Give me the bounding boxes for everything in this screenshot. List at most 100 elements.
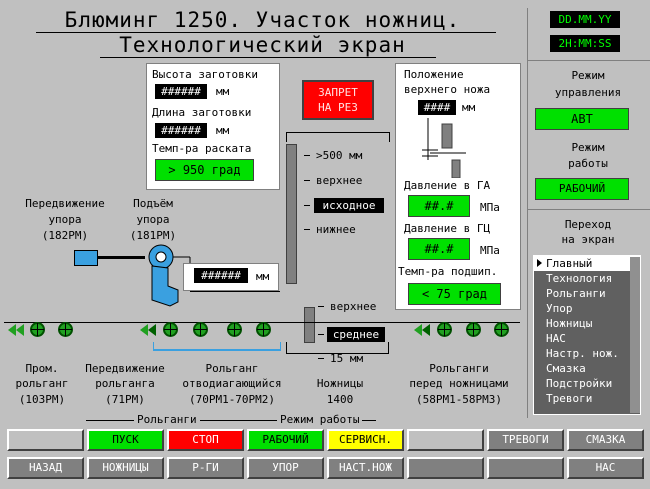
level-tick-initial xyxy=(304,205,310,206)
billet-length-value: ###### xyxy=(155,123,207,138)
move-roller-label-2: рольганга xyxy=(95,377,155,390)
level-tick-lower xyxy=(304,229,310,230)
menu-item-rollers[interactable]: Рольганги xyxy=(534,286,640,301)
roller-icon[interactable] xyxy=(193,322,208,337)
time-display: 2H:MM:SS xyxy=(550,35,620,52)
move-roller-code: (71РМ) xyxy=(105,393,145,406)
before-roller-code: (58РМ1-58РМ3) xyxy=(415,393,503,406)
cut-ban-line-1: ЗАПРЕТ xyxy=(318,86,358,99)
lube-button[interactable]: СМАЗКА xyxy=(567,429,644,451)
level-initial-active: исходное xyxy=(314,198,384,213)
shears-label-2: 1400 xyxy=(326,393,354,406)
shears-button[interactable]: НОЖНИЦЫ xyxy=(87,457,164,479)
menu-scrollbar[interactable] xyxy=(630,257,640,413)
retract-roller-label-1: Рольганг xyxy=(205,362,259,375)
lower-knife-bar xyxy=(304,307,315,343)
service-mode-button[interactable]: СЕРВИСН. xyxy=(327,429,404,451)
billet-height-label: Высота заготовки xyxy=(152,68,258,81)
rgi-button[interactable]: Р-ГИ xyxy=(167,457,244,479)
date-display: DD.MM.YY xyxy=(550,11,620,28)
menu-item-tuning[interactable]: Подстройки xyxy=(534,376,640,391)
billet-height-unit: мм xyxy=(216,85,230,98)
roller-icon[interactable] xyxy=(466,322,481,337)
right-top-divider xyxy=(528,60,650,61)
knife-position-diagram xyxy=(422,118,466,178)
stop-move-code: (182РМ) xyxy=(41,229,89,242)
knife-position-label-1: Положение xyxy=(404,68,464,81)
menu-item-alarms[interactable]: Тревоги xyxy=(534,391,640,406)
prom-roller-arrow-2 xyxy=(16,324,24,336)
prom-roller-arrow-1 xyxy=(8,324,16,336)
before-roller-arrow-2 xyxy=(422,324,430,336)
mode-work-value: РАБОЧИЙ xyxy=(535,178,629,200)
level-tick-upper xyxy=(304,180,310,181)
upper-scale-right-tick xyxy=(389,132,390,142)
blank-button-r2-7[interactable] xyxy=(487,457,564,479)
blank-button-r2-6[interactable] xyxy=(407,457,484,479)
lower-level-upper: верхнее xyxy=(330,300,377,313)
move-roller-arrow-1 xyxy=(140,324,148,336)
goto-screen-label-2: на экран xyxy=(561,233,615,246)
roller-icon[interactable] xyxy=(437,322,452,337)
mode-control-value: АВТ xyxy=(535,108,629,130)
mode-control-label-2: управления xyxy=(554,86,622,99)
roller-icon[interactable] xyxy=(256,322,271,337)
menu-item-stop[interactable]: Упор xyxy=(534,301,640,316)
roller-icon[interactable] xyxy=(30,322,45,337)
goto-screen-label-1: Переход xyxy=(564,218,612,231)
pressure-gc-value: ##.# xyxy=(408,238,470,260)
stop-move-label-2: упора xyxy=(48,213,82,226)
retract-roller-label-2: отводиагающийся xyxy=(182,377,282,390)
menu-item-technology[interactable]: Технология xyxy=(534,271,640,286)
working-mode-button[interactable]: РАБОЧИЙ xyxy=(247,429,324,451)
menu-item-knife-setup[interactable]: Настр. нож. xyxy=(534,346,640,361)
move-roller-arrow-2 xyxy=(148,324,156,336)
level-upper: верхнее xyxy=(316,174,363,187)
mode-work-label-1: Режим xyxy=(571,141,605,154)
knife-position-unit: мм xyxy=(462,101,476,114)
upper-scale-top-line xyxy=(286,132,390,133)
back-button[interactable]: НАЗАД xyxy=(7,457,84,479)
upper-scale-left-tick xyxy=(286,132,287,142)
blank-button-6[interactable] xyxy=(407,429,484,451)
stop-screen-button[interactable]: УПОР xyxy=(247,457,324,479)
lower-scale-right-tick xyxy=(388,342,389,354)
billet-temp-label: Темп-ра раската xyxy=(152,142,252,155)
blank-button-1[interactable] xyxy=(7,429,84,451)
pressure-ga-unit: МПа xyxy=(480,201,500,214)
roller-icon[interactable] xyxy=(227,322,242,337)
move-roller-label-1: Передвижение xyxy=(85,362,165,375)
prom-roller-label-1: Пром. xyxy=(25,362,59,375)
alarms-button[interactable]: ТРЕВОГИ xyxy=(487,429,564,451)
start-button[interactable]: ПУСК xyxy=(87,429,164,451)
level-500mm: >500 мм xyxy=(316,149,363,162)
menu-item-nas[interactable]: НАС xyxy=(534,331,640,346)
level-tick-500 xyxy=(304,155,310,156)
stop-move-drive[interactable] xyxy=(74,250,98,266)
menu-item-shears[interactable]: Ножницы xyxy=(534,316,640,331)
pressure-gc-unit: МПа xyxy=(480,244,500,257)
stop-button[interactable]: СТОП xyxy=(167,429,244,451)
stop-move-label-1: Передвижение xyxy=(25,197,105,210)
cut-ban-line-2: НА РЕЗ xyxy=(318,101,358,114)
stop-lift-label-2: упора xyxy=(136,213,170,226)
roller-icon[interactable] xyxy=(494,322,509,337)
before-roller-label-2: перед ножницами xyxy=(409,377,509,390)
title-line-2: Технологический экран xyxy=(119,33,406,57)
nas-button[interactable]: НАС xyxy=(567,457,644,479)
group-rollers-label: Рольганги xyxy=(134,413,200,426)
billet-temp-value: > 950 град xyxy=(155,159,254,181)
level-lower: нижнее xyxy=(316,223,356,236)
stop-lift-label-1: Подъём xyxy=(133,197,173,210)
menu-item-main[interactable]: Главный xyxy=(534,256,640,271)
pressure-ga-label: Давление в ГА xyxy=(404,179,491,192)
retract-bracket-right xyxy=(280,342,281,350)
roller-icon[interactable] xyxy=(58,322,73,337)
roller-icon[interactable] xyxy=(163,322,178,337)
before-roller-label-1: Рольганги xyxy=(429,362,489,375)
menu-item-lube[interactable]: Смазка xyxy=(534,361,640,376)
before-roller-arrow-1 xyxy=(414,324,422,336)
cut-ban-indicator: ЗАПРЕТ НА РЕЗ xyxy=(302,80,374,120)
knife-setup-button[interactable]: НАСТ.НОЖ xyxy=(327,457,404,479)
title-underline-2 xyxy=(100,57,436,58)
